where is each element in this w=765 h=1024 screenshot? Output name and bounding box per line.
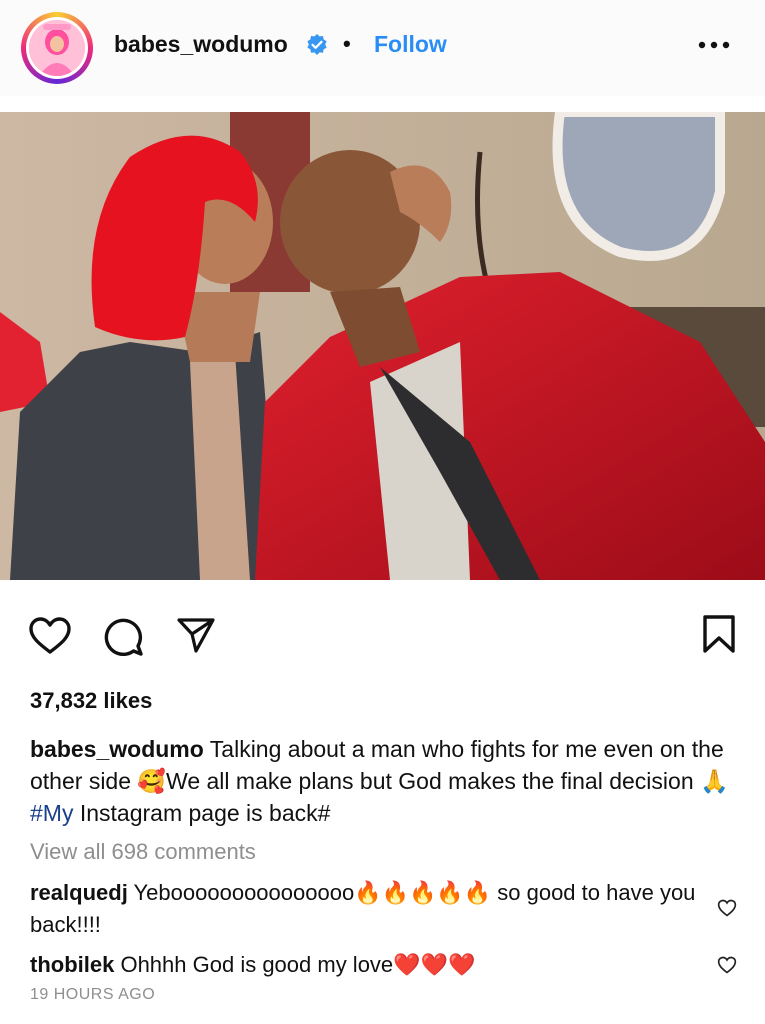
- follow-button[interactable]: Follow: [374, 31, 447, 58]
- view-all-comments-link[interactable]: View all 698 comments: [30, 839, 256, 865]
- more-options-icon[interactable]: [697, 34, 731, 56]
- send-icon[interactable]: [176, 616, 216, 654]
- post-photo[interactable]: [0, 112, 765, 580]
- avatar-image: [29, 20, 85, 76]
- caption-hashtag[interactable]: #My: [30, 800, 73, 826]
- caption-username[interactable]: babes_wodumo: [30, 736, 204, 762]
- post-timestamp: 19 HOURS AGO: [30, 986, 156, 1003]
- comment-text: Ohhhh God is good my love❤️❤️❤️: [114, 952, 476, 977]
- post-caption: babes_wodumo Talking about a man who fig…: [30, 733, 740, 829]
- comment-like-heart-icon[interactable]: [717, 955, 737, 975]
- heart-icon[interactable]: [28, 616, 72, 656]
- caption-text-continued: Instagram page is back#: [73, 800, 331, 826]
- separator-dot: •: [343, 31, 351, 56]
- post-header: babes_wodumo • Follow: [0, 0, 765, 96]
- post-username[interactable]: babes_wodumo: [114, 31, 288, 58]
- comment-username[interactable]: realquedj: [30, 880, 128, 905]
- comment-item: thobilek Ohhhh God is good my love❤️❤️❤️: [30, 949, 700, 981]
- comment-like-heart-icon[interactable]: [717, 898, 737, 918]
- bookmark-icon[interactable]: [701, 614, 737, 654]
- verified-badge-icon: [307, 34, 327, 55]
- likes-count[interactable]: 37,832 likes: [30, 688, 152, 714]
- profile-avatar[interactable]: [21, 12, 93, 84]
- comment-text: Yebooooooooooooooo🔥🔥🔥🔥🔥 so good to have …: [30, 880, 696, 937]
- comment-username[interactable]: thobilek: [30, 952, 114, 977]
- comment-item: realquedj Yebooooooooooooooo🔥🔥🔥🔥🔥 so goo…: [30, 877, 700, 941]
- comment-icon[interactable]: [103, 616, 145, 658]
